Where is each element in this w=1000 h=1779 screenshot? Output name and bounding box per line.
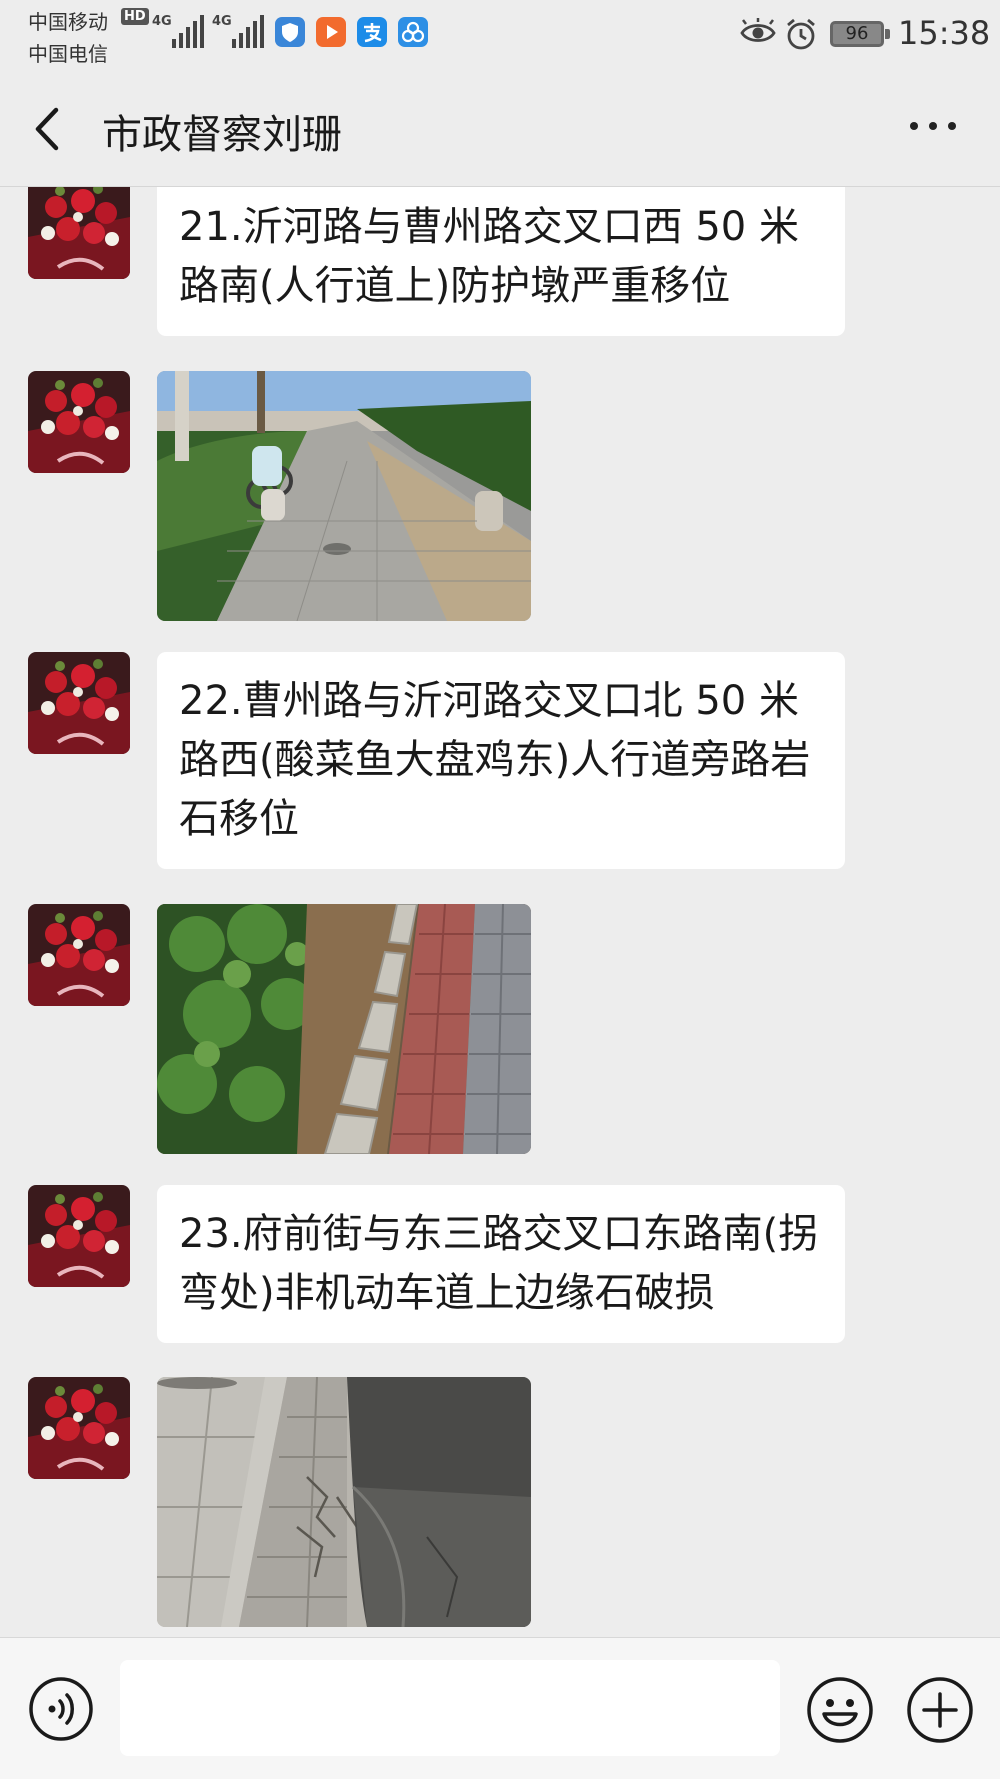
- message-bubble[interactable]: 23.府前街与东三路交叉口东路南(拐弯处)非机动车道上边缘石破损: [157, 1185, 845, 1343]
- avatar[interactable]: [28, 1185, 130, 1287]
- shield-app-icon: [275, 17, 305, 47]
- voice-icon[interactable]: [28, 1676, 94, 1742]
- message-photo[interactable]: [157, 1377, 531, 1627]
- status-bar: 中国移动 HD 中国电信 4G 4G 96 15:38: [0, 0, 1000, 70]
- avatar[interactable]: [28, 187, 130, 279]
- message-bubble[interactable]: 21.沂河路与曹州路交叉口西 50 米路南(人行道上)防护墩严重移位: [157, 187, 845, 336]
- avatar[interactable]: [28, 1377, 130, 1479]
- triangle-app-icon: [398, 17, 428, 47]
- signal-1-icon: 4G: [152, 14, 204, 48]
- signal-2-icon: 4G: [212, 14, 264, 48]
- chat-header: 市政督察刘珊: [0, 70, 1000, 187]
- alipay-app-icon: [357, 17, 387, 47]
- plus-icon[interactable]: [906, 1676, 974, 1744]
- avatar[interactable]: [28, 652, 130, 754]
- battery-indicator: 96: [830, 21, 890, 47]
- message-photo[interactable]: [157, 904, 531, 1154]
- avatar[interactable]: [28, 371, 130, 473]
- emoji-icon[interactable]: [806, 1676, 874, 1744]
- message-input[interactable]: [120, 1660, 780, 1756]
- hd-badge: HD: [121, 8, 149, 25]
- network-2-label: 4G: [212, 14, 232, 29]
- clock-time: 15:38: [898, 14, 991, 52]
- input-bar: [0, 1637, 1000, 1779]
- message-bubble[interactable]: 22.曹州路与沂河路交叉口北 50 米路西(酸菜鱼大盘鸡东)人行道旁路岩石移位: [157, 652, 845, 869]
- message-text: 21.沂河路与曹州路交叉口西 50 米路南(人行道上)防护墩严重移位: [179, 204, 799, 309]
- more-dots-icon[interactable]: [910, 122, 958, 134]
- chevron-left-icon[interactable]: [30, 104, 70, 154]
- network-1-label: 4G: [152, 14, 172, 29]
- message-text: 23.府前街与东三路交叉口东路南(拐弯处)非机动车道上边缘石破损: [179, 1211, 819, 1316]
- carrier-2-label: 中国电信: [28, 42, 108, 66]
- eye-icon: [740, 18, 776, 42]
- message-text: 22.曹州路与沂河路交叉口北 50 米路西(酸菜鱼大盘鸡东)人行道旁路岩石移位: [179, 678, 811, 842]
- alarm-icon: [787, 18, 815, 50]
- chat-title: 市政督察刘珊: [102, 112, 342, 158]
- message-list[interactable]: 21.沂河路与曹州路交叉口西 50 米路南(人行道上)防护墩严重移位 22.曹州…: [0, 187, 1000, 1637]
- video-app-icon: [316, 17, 346, 47]
- avatar[interactable]: [28, 904, 130, 1006]
- carrier-1-label: 中国移动: [28, 10, 108, 34]
- message-photo[interactable]: [157, 371, 531, 621]
